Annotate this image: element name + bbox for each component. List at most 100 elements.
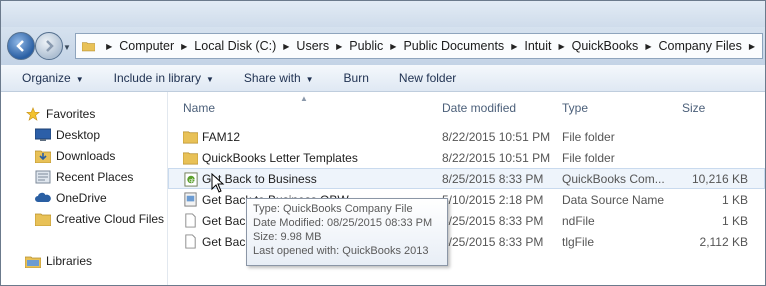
explorer-window: ▼ ▶ Computer ▶ Local Disk (C:) ▶ Users ▶ Pub… — [0, 0, 766, 286]
organize-menu[interactable]: Organize ▼ — [22, 71, 84, 85]
column-header-date-modified[interactable]: Date modified — [442, 101, 516, 115]
file-type: QuickBooks Com... — [562, 172, 665, 186]
nav-desktop-label: Desktop — [56, 128, 101, 142]
forward-arrow-icon — [46, 40, 54, 52]
breadcrumb-more-icon[interactable]: ▶ — [749, 42, 755, 51]
back-button[interactable] — [7, 32, 35, 60]
column-header-name[interactable]: Name — [183, 101, 215, 115]
burn-button[interactable]: Burn — [344, 71, 369, 85]
nav-recent-places-label: Recent Places — [56, 170, 134, 184]
file-name: QuickBooks Letter Templates — [202, 151, 358, 165]
new-folder-button[interactable]: New folder — [399, 71, 456, 85]
libraries-icon — [25, 256, 41, 268]
chevron-down-icon: ▼ — [206, 75, 214, 84]
file-icon — [185, 234, 196, 249]
tooltip-date-modified: Date Modified: 08/25/2015 08:33 PM — [253, 217, 433, 229]
file-date: 8/25/2015 8:33 PM — [442, 235, 544, 249]
breadcrumb-separator-icon[interactable]: ▶ — [558, 42, 564, 51]
navigation-bar: ▼ ▶ Computer ▶ Local Disk (C:) ▶ Users ▶ Pub… — [1, 27, 765, 65]
breadcrumb-quickbooks[interactable]: QuickBooks — [572, 39, 639, 53]
share-with-menu[interactable]: Share with ▼ — [244, 71, 314, 85]
column-header-size[interactable]: Size — [682, 101, 705, 115]
nav-favorites[interactable]: Favorites — [25, 107, 95, 121]
file-size: 2,112 KB — [699, 235, 748, 249]
file-type: tlgFile — [562, 235, 595, 249]
file-size: 1 KB — [721, 193, 748, 207]
organize-label: Organize — [22, 71, 71, 85]
nav-favorites-label: Favorites — [46, 107, 96, 121]
file-name: Get Back — [202, 235, 252, 249]
breadcrumb-users[interactable]: Users — [296, 39, 329, 53]
file-size: 1 KB — [721, 214, 748, 228]
chevron-down-icon: ▼ — [75, 75, 84, 84]
file-size: 10,216 KB — [691, 172, 748, 186]
tooltip-type: Type: QuickBooks Company File — [253, 203, 413, 215]
nav-creative-cloud-files-label: Creative Cloud Files — [56, 212, 165, 226]
recent-pages-dropdown[interactable]: ▼ — [63, 43, 71, 52]
file-name: FAM12 — [202, 130, 241, 144]
folder-icon — [183, 131, 198, 144]
file-type: File folder — [562, 151, 615, 165]
title-bar — [1, 1, 765, 27]
file-type: ndFile — [562, 214, 595, 228]
breadcrumb-separator-icon[interactable]: ▶ — [511, 42, 517, 51]
file-name: Get Back — [202, 214, 252, 228]
breadcrumb-public-documents[interactable]: Public Documents — [403, 39, 504, 53]
file-row[interactable]: FAM12 8/22/2015 10:51 PM File folder — [168, 126, 765, 147]
file-row-hovered[interactable]: qb Get Back to Business 8/25/2015 8:33 P… — [168, 168, 765, 189]
folder-icon — [35, 213, 51, 226]
file-date: 8/22/2015 10:51 PM — [442, 130, 551, 144]
nav-recent-places[interactable]: Recent Places — [35, 170, 133, 184]
nav-desktop[interactable]: Desktop — [35, 128, 100, 142]
nav-onedrive-label: OneDrive — [56, 191, 107, 205]
forward-button[interactable] — [35, 32, 63, 60]
file-date: 8/25/2015 8:33 PM — [442, 172, 544, 186]
file-date: 8/22/2015 10:51 PM — [442, 151, 551, 165]
svg-text:qb: qb — [189, 178, 195, 184]
nav-libraries[interactable]: Libraries — [25, 254, 92, 268]
nav-libraries-label: Libraries — [46, 254, 93, 268]
nav-downloads-label: Downloads — [56, 149, 116, 163]
breadcrumb-separator-icon[interactable]: ▶ — [336, 42, 342, 51]
breadcrumb-local-disk[interactable]: Local Disk (C:) — [194, 39, 276, 53]
file-row[interactable]: QuickBooks Letter Templates 8/22/2015 10… — [168, 147, 765, 168]
navigation-pane: Favorites Desktop Downloads Recent Place… — [1, 92, 168, 285]
include-in-library-menu[interactable]: Include in library ▼ — [114, 71, 214, 85]
chevron-down-icon: ▼ — [305, 75, 314, 84]
breadcrumb-separator-icon[interactable]: ▶ — [645, 42, 651, 51]
nav-creative-cloud-files[interactable]: Creative Cloud Files — [35, 212, 164, 226]
breadcrumb-computer[interactable]: Computer — [119, 39, 174, 53]
onedrive-cloud-icon — [35, 192, 51, 202]
breadcrumb-intuit[interactable]: Intuit — [524, 39, 551, 53]
include-in-library-label: Include in library — [113, 71, 201, 85]
sort-ascending-icon: ▲ — [300, 94, 308, 103]
file-icon — [185, 213, 196, 228]
back-arrow-icon — [16, 40, 24, 52]
breadcrumb-separator-icon[interactable]: ▶ — [181, 42, 187, 51]
desktop-icon — [35, 128, 51, 141]
recent-places-icon — [35, 170, 51, 184]
downloads-icon — [35, 150, 51, 163]
column-header-type[interactable]: Type — [562, 101, 588, 115]
folder-icon — [82, 42, 96, 52]
dsn-file-icon — [184, 192, 197, 207]
file-date: 5/10/2015 2:18 PM — [442, 193, 544, 207]
address-bar[interactable]: ▶ Computer ▶ Local Disk (C:) ▶ Users ▶ Publi… — [75, 33, 763, 59]
nav-downloads[interactable]: Downloads — [35, 149, 115, 163]
nav-onedrive[interactable]: OneDrive — [35, 191, 107, 205]
star-icon — [26, 107, 40, 121]
breadcrumb-company-files[interactable]: Company Files — [658, 39, 741, 53]
share-with-label: Share with — [243, 71, 301, 85]
file-type: Data Source Name — [562, 193, 665, 207]
file-type: File folder — [562, 130, 615, 144]
tooltip-size: Size: 9.98 MB — [253, 231, 322, 243]
file-date: 8/25/2015 8:33 PM — [442, 214, 544, 228]
breadcrumb-separator-icon[interactable]: ▶ — [390, 42, 396, 51]
breadcrumb-separator-icon[interactable]: ▶ — [106, 42, 112, 51]
breadcrumb-public[interactable]: Public — [349, 39, 383, 53]
breadcrumb-separator-icon[interactable]: ▶ — [283, 42, 289, 51]
command-bar: Organize ▼ Include in library ▼ Share with… — [1, 65, 765, 92]
tooltip-last-opened: Last opened with: QuickBooks 2013 — [253, 245, 429, 257]
mouse-cursor-icon — [211, 173, 225, 193]
quickbooks-file-icon: qb — [184, 172, 198, 187]
